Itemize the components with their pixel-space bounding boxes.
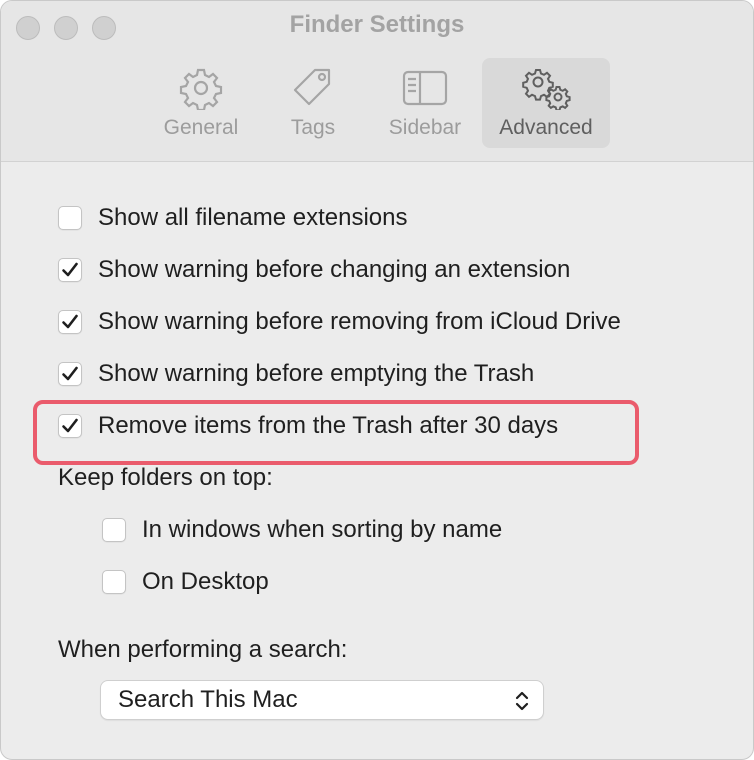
option-label: Show warning before removing from iCloud…: [98, 308, 621, 335]
tab-sidebar[interactable]: Sidebar: [379, 58, 471, 148]
checkmark-icon: [62, 366, 78, 381]
checkbox-unchecked[interactable]: [102, 570, 126, 594]
checkbox-unchecked[interactable]: [58, 206, 82, 230]
tab-label: Advanced: [499, 116, 593, 139]
gears-icon: [522, 69, 571, 110]
checkmark-icon: [62, 262, 78, 277]
settings-toolbar: General Tags Sidebar Advanced: [1, 58, 753, 148]
title-bar: Finder Settings General Tags Sidebar Adv…: [1, 1, 753, 162]
finder-settings-window: Finder Settings General Tags Sidebar Adv…: [0, 0, 754, 760]
option-label: Show warning before changing an extensio…: [98, 256, 571, 283]
window-title: Finder Settings: [289, 11, 465, 38]
tab-label: General: [163, 116, 239, 139]
search-scope-heading: When performing a search:: [58, 636, 348, 663]
checkbox-unchecked[interactable]: [102, 518, 126, 542]
option-warn-change-extension[interactable]: Show warning before changing an extensio…: [58, 255, 570, 285]
tab-label: Sidebar: [388, 116, 462, 139]
option-show-all-extensions[interactable]: Show all filename extensions: [58, 203, 408, 233]
option-label: Show warning before emptying the Trash: [98, 360, 535, 387]
tab-label: Tags: [290, 116, 336, 139]
gear-icon: [179, 68, 223, 110]
checkbox-checked[interactable]: [58, 362, 82, 386]
option-label: On Desktop: [142, 568, 269, 595]
tab-advanced[interactable]: Advanced: [482, 58, 610, 148]
tag-icon: [293, 68, 331, 106]
highlight-box: [33, 400, 639, 465]
sidebar-icon: [402, 70, 448, 106]
checkbox-checked[interactable]: [58, 258, 82, 282]
chevron-up-down-icon: [515, 691, 529, 711]
popup-selected-value: Search This Mac: [118, 686, 298, 713]
checkbox-checked[interactable]: [58, 310, 82, 334]
folders-on-top-heading: Keep folders on top:: [58, 464, 273, 491]
search-scope-popup[interactable]: Search This Mac: [100, 680, 544, 720]
tab-tags[interactable]: Tags: [273, 58, 353, 148]
tab-general[interactable]: General: [155, 58, 247, 148]
option-label: Show all filename extensions: [98, 204, 408, 231]
option-warn-empty-trash[interactable]: Show warning before emptying the Trash: [58, 359, 534, 389]
option-warn-icloud-remove[interactable]: Show warning before removing from iCloud…: [58, 307, 621, 337]
checkmark-icon: [62, 314, 78, 329]
option-label: In windows when sorting by name: [142, 516, 503, 543]
option-folders-desktop[interactable]: On Desktop: [102, 567, 269, 597]
option-folders-sort-by-name[interactable]: In windows when sorting by name: [102, 515, 502, 545]
